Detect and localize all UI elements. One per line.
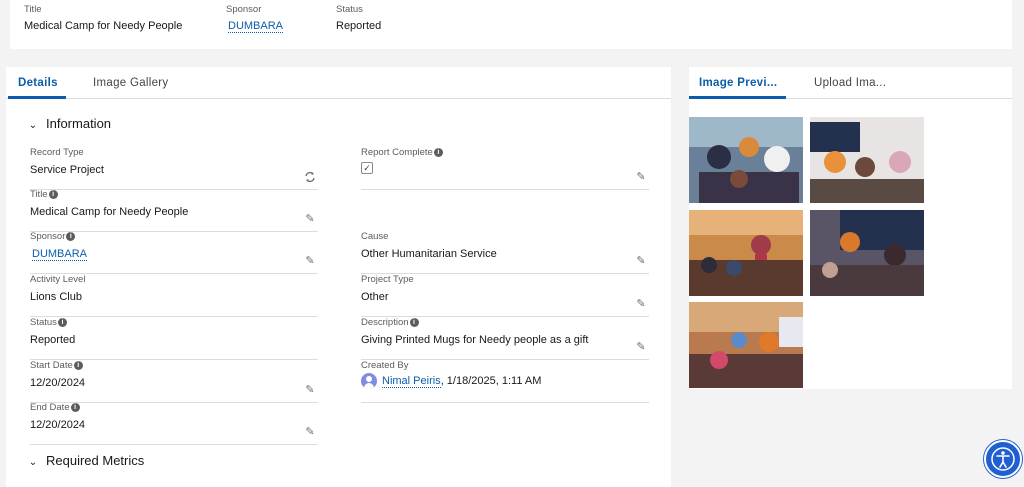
cause-label: Cause [361, 231, 389, 242]
field-activity-level: Activity Level Lions Club [30, 274, 318, 317]
created-by-label: Created By [361, 360, 409, 371]
info-icon[interactable]: i [70, 403, 80, 412]
header-status-field: Status Reported [336, 4, 381, 32]
header-title-value: Medical Camp for Needy People [24, 20, 183, 32]
start-date-label: Start Date [30, 360, 73, 371]
field-description: Description i Giving Printed Mugs for Nee… [361, 317, 649, 360]
details-card: Details Image Gallery ⌄ Information Recor… [6, 67, 671, 487]
edit-title-pencil-icon[interactable]: ✎ [304, 213, 316, 225]
user-avatar-icon [361, 373, 377, 389]
edit-description-pencil-icon[interactable]: ✎ [635, 341, 647, 353]
field-start-date: Start Date i 12/20/2024 ✎ [30, 360, 318, 403]
gallery-image[interactable] [810, 117, 924, 203]
edit-sponsor-pencil-icon[interactable]: ✎ [304, 255, 316, 267]
description-value: Giving Printed Mugs for Needy people as … [361, 334, 589, 346]
field-created-by: Created By Nimal Peiris, 1/18/2025, 1:11… [361, 360, 649, 403]
field-record-type: Record Type Service Project [30, 147, 318, 190]
tab-image-preview[interactable]: Image Previ... [699, 77, 777, 89]
end-date-value: 12/20/2024 [30, 419, 86, 431]
end-date-label: End Date [30, 402, 70, 413]
title-label: Title [30, 189, 48, 200]
header-sponsor-label: Sponsor [226, 4, 262, 15]
details-tabset: Details Image Gallery [6, 67, 671, 99]
activity-level-value: Lions Club [30, 291, 82, 303]
project-type-value: Other [361, 291, 389, 303]
info-icon[interactable]: i [433, 148, 443, 157]
sponsor-label: Sponsor [30, 231, 66, 242]
cause-value: Other Humanitarian Service [361, 248, 497, 260]
edit-report-complete-pencil-icon[interactable]: ✎ [635, 171, 647, 183]
gallery-image[interactable] [810, 210, 924, 296]
header-title-label: Title [24, 4, 42, 15]
record-type-label: Record Type [30, 147, 84, 158]
field-project-type: Project Type Other ✎ [361, 274, 649, 317]
edit-project-type-pencil-icon[interactable]: ✎ [635, 298, 647, 310]
description-label: Description [361, 317, 409, 328]
report-complete-checkbox: ✓ [361, 162, 373, 174]
edit-cause-pencil-icon[interactable]: ✎ [635, 255, 647, 267]
status-value: Reported [30, 334, 76, 346]
information-section-title: Information [46, 116, 112, 131]
field-status: Status i Reported [30, 317, 318, 360]
header-status-value: Reported [336, 20, 382, 32]
header-sponsor-link[interactable]: DUMBARA [228, 20, 284, 33]
report-complete-label: Report Complete [361, 147, 433, 158]
header-status-label: Status [336, 4, 363, 15]
tab-image-gallery[interactable]: Image Gallery [93, 77, 168, 89]
created-by-date: , 1/18/2025, 1:11 AM [440, 374, 542, 387]
change-record-type-icon[interactable] [304, 171, 316, 183]
start-date-value: 12/20/2024 [30, 377, 86, 389]
field-report-complete: Report Complete i ✓ ✎ [361, 147, 649, 190]
image-preview-card: Image Previ... Upload Ima... [689, 67, 1012, 389]
active-tab-indicator [8, 96, 66, 99]
gallery-image[interactable] [689, 210, 803, 296]
chevron-down-icon: ⌄ [28, 457, 38, 468]
field-title: Title i Medical Camp for Needy People ✎ [30, 189, 318, 232]
gallery-image[interactable] [689, 117, 803, 203]
created-by-user-link[interactable]: Nimal Peiris [382, 374, 441, 388]
sponsor-link[interactable]: DUMBARA [32, 248, 88, 261]
gallery-image[interactable] [689, 302, 803, 388]
info-icon[interactable]: i [73, 361, 83, 370]
accessibility-button[interactable] [984, 440, 1022, 478]
active-tab-indicator [689, 96, 786, 99]
edit-start-date-pencil-icon[interactable]: ✎ [304, 384, 316, 396]
tab-details[interactable]: Details [18, 77, 58, 89]
info-icon[interactable]: i [57, 318, 67, 327]
status-label: Status [30, 317, 57, 328]
tab-upload-image[interactable]: Upload Ima... [814, 77, 886, 89]
title-value: Medical Camp for Needy People [30, 206, 189, 218]
info-icon[interactable]: i [409, 318, 419, 327]
required-metrics-section-title: Required Metrics [46, 453, 145, 468]
field-cause: Cause Other Humanitarian Service ✎ [361, 231, 649, 274]
accessibility-icon [991, 447, 1015, 471]
project-type-label: Project Type [361, 274, 414, 285]
activity-level-label: Activity Level [30, 274, 86, 285]
image-tabset: Image Previ... Upload Ima... [689, 67, 1012, 99]
info-icon[interactable]: i [48, 190, 58, 199]
field-sponsor: Sponsor i DUMBARA ✎ [30, 231, 318, 274]
required-metrics-section-header[interactable]: ⌄ Required Metrics [26, 453, 144, 468]
header-title-field: Title Medical Camp for Needy People [24, 4, 182, 32]
field-end-date: End Date i 12/20/2024 ✎ [30, 402, 318, 445]
edit-end-date-pencil-icon[interactable]: ✎ [304, 426, 316, 438]
info-icon[interactable]: i [66, 232, 76, 241]
record-header: Title Medical Camp for Needy People Spon… [10, 0, 1012, 49]
record-type-value: Service Project [30, 164, 104, 176]
chevron-down-icon: ⌄ [28, 120, 38, 131]
information-section-header[interactable]: ⌄ Information [26, 116, 111, 131]
header-sponsor-field: Sponsor DUMBARA [226, 4, 284, 33]
